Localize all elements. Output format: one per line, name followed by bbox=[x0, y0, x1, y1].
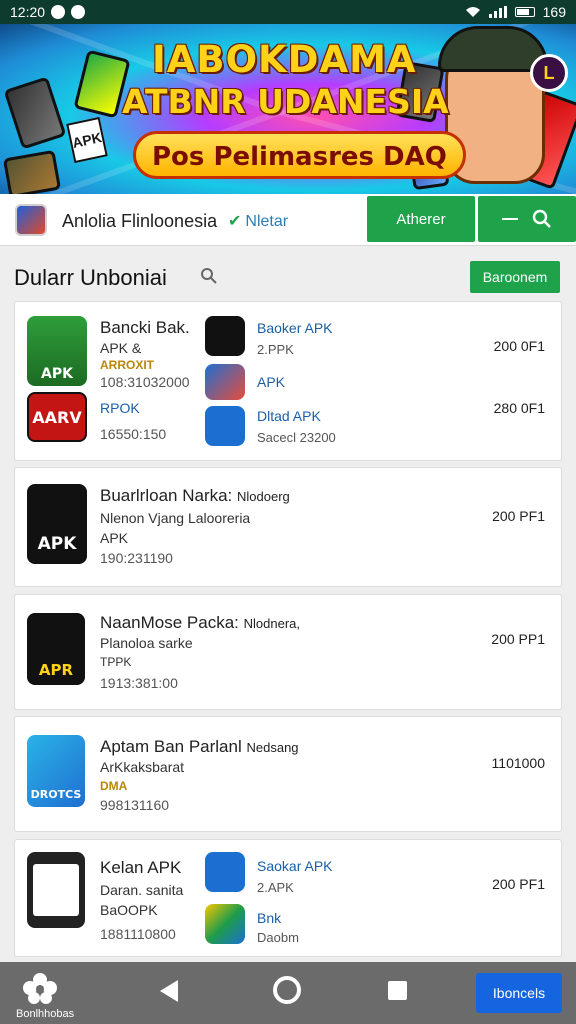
phone-graphic bbox=[2, 149, 62, 194]
app-meta: 190:231190 bbox=[100, 550, 173, 566]
search-icon[interactable] bbox=[200, 267, 218, 285]
primary-button[interactable]: Atherer bbox=[367, 196, 475, 242]
app-title: Aptam Ban Parlanl Nedsang bbox=[100, 737, 299, 756]
app-subtitle: APK bbox=[100, 530, 129, 546]
app-subtitle: Sacecl 23200 bbox=[257, 430, 336, 445]
app-meta: 16550:150 bbox=[100, 426, 167, 442]
app-icon: AARV bbox=[27, 392, 87, 442]
app-size: 200 PF1 bbox=[492, 876, 545, 892]
app-size: 200 PF1 bbox=[492, 508, 545, 524]
app-subtitle: TPPK bbox=[100, 655, 132, 669]
app-subtitle: Daobm bbox=[257, 930, 299, 945]
status-battery-text: 169 bbox=[542, 4, 566, 20]
app-meta: 998131160 bbox=[100, 797, 170, 813]
app-title: NaanMose Packa: Nlodnera, bbox=[100, 613, 301, 632]
list-item[interactable]: APK AARV Bancki Bak. APK & ARROXIT 108:3… bbox=[14, 301, 562, 461]
app-icon: APK bbox=[27, 316, 87, 386]
list-item[interactable]: APR NaanMose Packa: Nlodnera, Planoloa s… bbox=[14, 594, 562, 710]
app-title: Bnk bbox=[257, 910, 282, 926]
app-header: Anlolia Flinloonesia ✔ Nletar Atherer bbox=[0, 194, 576, 246]
home-label: Bonlhhobas bbox=[16, 1008, 75, 1020]
app-subtitle: Planoloa sarke bbox=[100, 635, 193, 651]
app-title: Kelan APK bbox=[100, 858, 182, 877]
menu-dash-icon bbox=[502, 218, 518, 220]
app-size: 200 0F1 bbox=[493, 338, 545, 354]
app-subtitle: 2.APK bbox=[257, 880, 294, 895]
app-icon bbox=[205, 904, 245, 944]
app-size: 200 PP1 bbox=[491, 631, 545, 647]
app-icon bbox=[205, 406, 245, 446]
app-icon: APR bbox=[27, 613, 85, 685]
app-icon bbox=[27, 852, 85, 928]
app-title: APK bbox=[257, 374, 286, 390]
banner-tagline: Pos Pelimasres DAQ bbox=[133, 131, 466, 179]
apk-tag: APK bbox=[66, 116, 108, 164]
app-subtitle: 2.PPK bbox=[257, 342, 294, 357]
wifi-icon bbox=[465, 7, 480, 17]
search-button[interactable] bbox=[478, 196, 576, 242]
notification-icon bbox=[51, 5, 66, 19]
verified-label: ✔ Nletar bbox=[228, 213, 289, 230]
home-circle-icon[interactable] bbox=[273, 976, 301, 1004]
battery-icon bbox=[514, 7, 535, 17]
app-title: Baoker APK bbox=[257, 320, 333, 336]
app-tag: DMA bbox=[100, 779, 128, 793]
app-size: 280 0F1 bbox=[493, 400, 545, 416]
app-size: 1101000 bbox=[491, 755, 545, 771]
app-logo bbox=[15, 204, 47, 236]
app-tag: ARROXIT bbox=[100, 358, 154, 372]
banner-badge[interactable]: L bbox=[530, 54, 568, 92]
status-time: 12:20 bbox=[10, 4, 46, 20]
cta-button[interactable]: Iboncels bbox=[476, 973, 562, 1013]
list-item[interactable]: Kelan APK Daran. sanita BaOOPK 188111080… bbox=[14, 839, 562, 957]
home-flower-icon[interactable] bbox=[18, 970, 62, 1006]
app-subtitle: ArKkaksbarat bbox=[100, 759, 185, 775]
promo-banner[interactable]: APK IABOKDAMA ATBNR UDANESIA Pos Pelimas… bbox=[0, 24, 576, 194]
app-icon bbox=[205, 852, 245, 892]
app-subtitle: RPOK bbox=[100, 400, 140, 416]
app-subtitle: Nlenon Vjang Lalooreria bbox=[100, 510, 251, 526]
app-title: Bancki Bak. bbox=[100, 318, 190, 337]
app-subtitle: Daran. sanita bbox=[100, 882, 184, 898]
app-meta: 1881110800 bbox=[100, 926, 176, 942]
app-name: Anlolia Flinloonesia bbox=[62, 211, 218, 231]
app-meta: 108:31032000 bbox=[100, 374, 190, 390]
list-item[interactable]: APK Buarlrloan Narka: Nlodoerg Nlenon Vj… bbox=[14, 467, 562, 587]
system-nav-bar: Bonlhhobas Iboncels bbox=[0, 962, 576, 1024]
banner-subtitle: ATBNR UDANESIA bbox=[122, 82, 449, 121]
status-bar: 12:20 169 bbox=[0, 0, 576, 24]
app-subtitle: APK & bbox=[100, 340, 142, 356]
phone-graphic bbox=[3, 76, 67, 150]
search-icon bbox=[532, 209, 551, 228]
notification-icon bbox=[71, 5, 86, 19]
app-subtitle: BaOOPK bbox=[100, 902, 158, 918]
app-icon bbox=[205, 364, 245, 400]
section-action-button[interactable]: Baroonem bbox=[470, 261, 560, 293]
app-icon: DROTCS bbox=[27, 735, 85, 807]
app-icon: APK bbox=[27, 484, 87, 564]
check-icon: ✔ bbox=[228, 213, 242, 230]
app-icon bbox=[205, 316, 245, 356]
app-title: Saokar APK bbox=[257, 858, 333, 874]
signal-icon bbox=[488, 6, 507, 18]
app-meta: 1913:381:00 bbox=[100, 675, 178, 691]
back-icon[interactable] bbox=[160, 980, 178, 1002]
section-title: Dularr Unboniai bbox=[14, 265, 167, 290]
recent-apps-icon[interactable] bbox=[388, 981, 407, 1000]
list-item[interactable]: DROTCS Aptam Ban Parlanl Nedsang ArKkaks… bbox=[14, 716, 562, 832]
banner-title: IABOKDAMA bbox=[152, 38, 417, 81]
app-title: Dltad APK bbox=[257, 408, 321, 424]
app-title: Buarlrloan Narka: Nlodoerg bbox=[100, 486, 290, 505]
